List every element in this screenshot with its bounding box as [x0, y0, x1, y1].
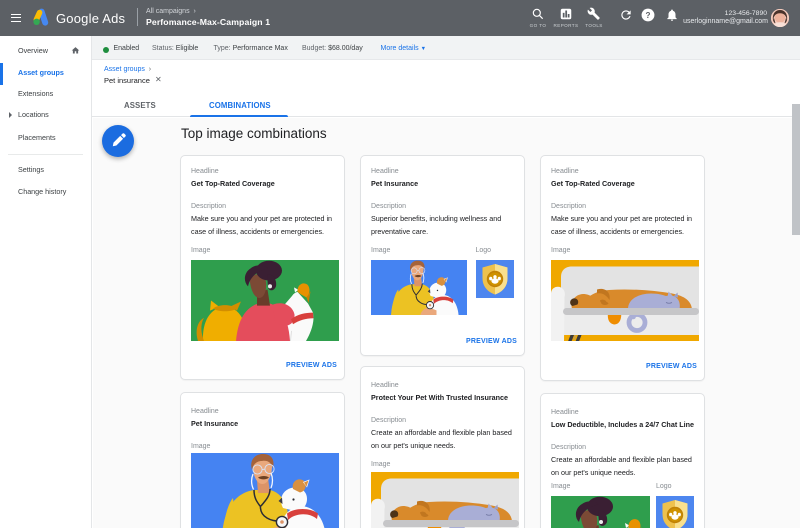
svg-text:?: ?	[646, 11, 651, 20]
